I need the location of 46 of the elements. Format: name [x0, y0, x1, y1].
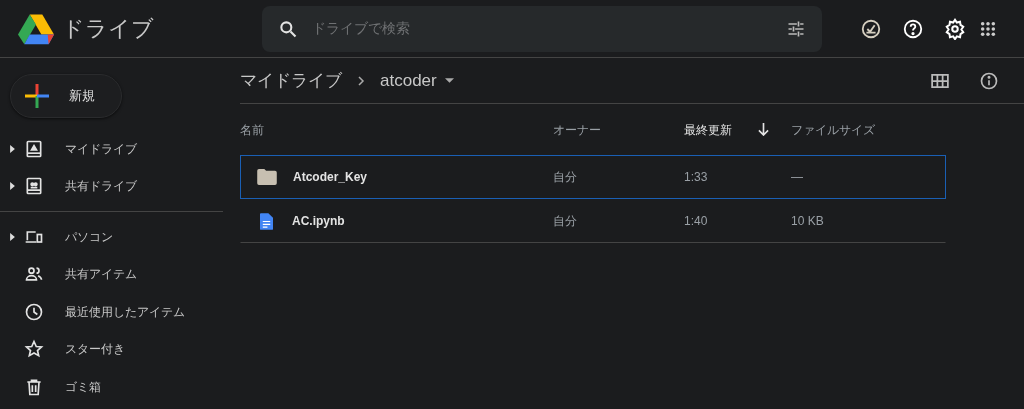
expand-arrow-icon[interactable] [9, 144, 15, 153]
sort-down-arrow-icon[interactable] [758, 123, 769, 136]
star-icon [24, 339, 44, 360]
drive-logo-icon [18, 12, 54, 45]
breadcrumb-item[interactable]: atcoder [380, 67, 437, 94]
grid-view-icon[interactable] [931, 73, 949, 88]
size-cell-text: 10 KB [791, 213, 824, 230]
expand-arrow-icon[interactable] [9, 182, 15, 191]
info-icon[interactable] [979, 70, 999, 91]
check-circle-icon[interactable] [860, 17, 882, 40]
search-field[interactable]: ドライブで検索 [312, 18, 786, 39]
sidebar-item[interactable]: スター付き [0, 330, 223, 368]
file-name: AC.ipynb [292, 213, 345, 230]
file-row[interactable]: AC.ipynb 自分 1:40 10 KB [240, 199, 946, 243]
sidebar-item[interactable]: マイドライブ [0, 130, 223, 168]
modified-cell-text: 1:33 [684, 169, 709, 186]
apps-grid-icon[interactable] [980, 20, 996, 37]
file-row[interactable]: Atcoder_Key 自分 1:33 — [240, 155, 946, 199]
settings-icon[interactable] [944, 17, 966, 40]
sidebar-item[interactable]: 最近使用したアイテム [0, 293, 223, 331]
expand-arrow-icon[interactable] [9, 232, 15, 241]
owner-cell-text: 自分 [553, 169, 578, 186]
modified-cell-text: 1:40 [684, 213, 709, 230]
owner-cell-text: 自分 [553, 213, 578, 230]
drive-icon [24, 138, 44, 159]
shared-drive-icon [24, 176, 44, 197]
search-icon [278, 18, 298, 39]
chevron-right-icon [356, 75, 366, 86]
file-name: Atcoder_Key [293, 169, 368, 186]
size-cell-text: — [791, 169, 803, 186]
app-title: ドライブ [62, 15, 155, 43]
column-header[interactable]: オーナー [553, 120, 601, 139]
dropdown-caret-icon[interactable] [444, 78, 454, 83]
help-icon[interactable] [902, 17, 924, 40]
new-button[interactable]: 新規 [10, 74, 122, 118]
column-header[interactable]: 最終更新 [684, 120, 732, 139]
column-header[interactable]: 名前 [240, 120, 264, 139]
plus-icon [25, 84, 49, 108]
sidebar-item[interactable]: ゴミ箱 [0, 368, 223, 406]
breadcrumb-item[interactable]: マイドライブ [240, 67, 342, 94]
sidebar-item[interactable]: パソコン [0, 218, 223, 256]
sidebar-item[interactable]: 共有アイテム [0, 255, 223, 293]
sidebar-item[interactable]: 共有ドライブ [0, 167, 223, 205]
search-bar[interactable]: ドライブで検索 [262, 5, 822, 52]
clock-icon [24, 301, 44, 322]
column-header[interactable]: ファイルサイズ [791, 120, 875, 139]
